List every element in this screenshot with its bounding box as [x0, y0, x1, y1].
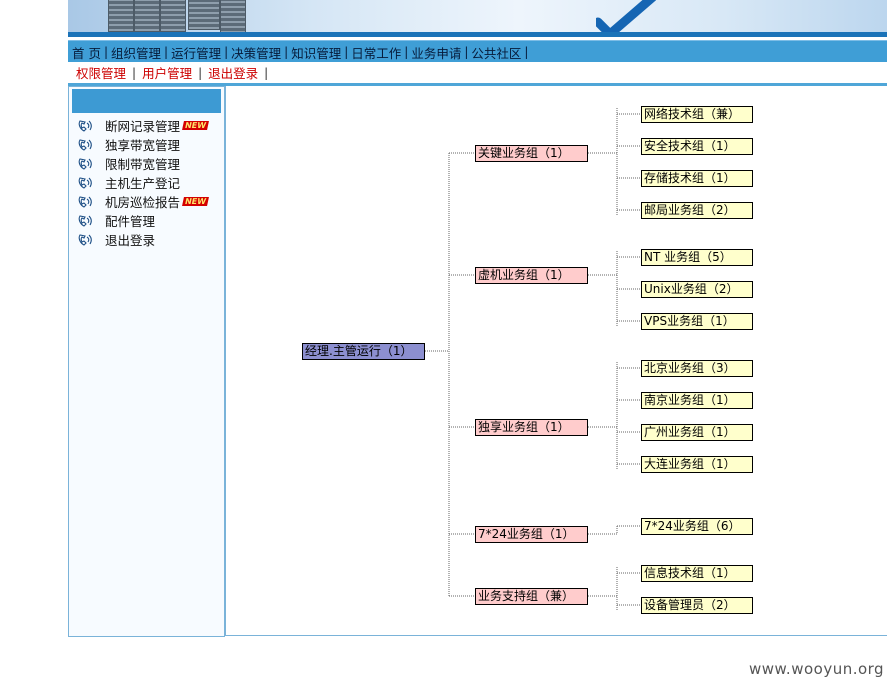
sidebar-item-5[interactable]: 配件管理	[77, 211, 208, 230]
org-team-node[interactable]: 北京业务组（3）	[641, 360, 753, 377]
building-graphic	[160, 0, 186, 32]
sidebar-header	[72, 89, 221, 113]
sidebar-item-label: 限制带宽管理	[105, 157, 181, 172]
org-team-node[interactable]: Unix业务组（2）	[641, 281, 753, 298]
phone-icon	[77, 176, 95, 190]
org-team-node[interactable]: 安全技术组（1）	[641, 138, 753, 155]
org-group-node[interactable]: 关键业务组（1）	[475, 145, 588, 162]
phone-icon	[77, 119, 95, 133]
org-team-node[interactable]: 广州业务组（1）	[641, 424, 753, 441]
nav-separator: |	[264, 65, 269, 80]
sidebar-item-label: 退出登录	[105, 233, 156, 248]
nav-item-2[interactable]: 运行管理	[171, 43, 221, 62]
phone-icon	[77, 138, 95, 152]
org-team-node[interactable]: 邮局业务组（2）	[641, 202, 753, 219]
sidebar-item-label: 主机生产登记	[105, 176, 181, 191]
secondary-nav: 权限管理 | 用户管理 | 退出登录 |	[68, 62, 887, 86]
org-team-node[interactable]: 7*24业务组（6）	[641, 518, 753, 535]
nav-item-4[interactable]: 知识管理	[291, 43, 341, 62]
nav-item-5[interactable]: 日常工作	[351, 43, 401, 62]
primary-nav: 首 页 | 组织管理 | 运行管理 | 决策管理 | 知识管理 | 日常工作 | 业务申请 | 公共社区 |	[68, 40, 887, 63]
org-group-node[interactable]: 7*24业务组（1）	[475, 526, 588, 543]
sidebar-item-2[interactable]: 限制带宽管理	[77, 154, 208, 173]
subnav-item-2[interactable]: 退出登录	[208, 63, 258, 82]
org-team-node[interactable]: 信息技术组（1）	[641, 565, 753, 582]
sidebar-item-label: 配件管理	[105, 214, 156, 229]
banner-band	[68, 32, 887, 37]
nav-separator: |	[103, 45, 109, 59]
sidebar-item-4[interactable]: 机房巡检报告 NEW	[77, 192, 209, 211]
subnav-item-0[interactable]: 权限管理	[76, 63, 126, 82]
nav-separator: |	[524, 45, 529, 59]
org-group-node[interactable]: 虚机业务组（1）	[475, 267, 588, 284]
phone-icon	[77, 214, 95, 228]
nav-separator: |	[284, 45, 289, 59]
nav-item-0[interactable]: 首 页	[72, 43, 101, 62]
nav-separator: |	[198, 65, 203, 80]
building-graphic	[134, 0, 160, 32]
org-chart-panel	[225, 86, 887, 636]
sidebar-item-label: 独享带宽管理	[105, 138, 181, 153]
nav-item-1[interactable]: 组织管理	[111, 43, 161, 62]
org-team-node[interactable]: 网络技术组（兼）	[641, 106, 753, 123]
nav-separator: |	[224, 45, 229, 59]
phone-icon	[77, 233, 95, 247]
sidebar-item-1[interactable]: 独享带宽管理	[77, 135, 208, 154]
sidebar: 断网记录管理 NEW 独享带宽管理 限制带宽管理 主机生产登记 机房巡检报告 NEW 配件管理…	[68, 86, 225, 637]
sidebar-item-label: 断网记录管理	[105, 119, 181, 134]
sidebar-menu: 断网记录管理 NEW 独享带宽管理 限制带宽管理 主机生产登记 机房巡检报告 NEW 配件管理…	[77, 116, 209, 249]
nav-separator: |	[164, 45, 169, 59]
nav-item-3[interactable]: 决策管理	[231, 43, 281, 62]
building-graphic	[108, 0, 134, 32]
checkmark-logo-icon	[596, 0, 656, 36]
nav-separator: |	[464, 45, 469, 59]
org-team-node[interactable]: 南京业务组（1）	[641, 392, 753, 409]
new-badge: NEW	[182, 197, 209, 206]
sidebar-item-3[interactable]: 主机生产登记	[77, 173, 208, 192]
org-team-node[interactable]: VPS业务组（1）	[641, 313, 753, 330]
org-team-node[interactable]: 存储技术组（1）	[641, 170, 753, 187]
nav-separator: |	[132, 65, 137, 80]
building-graphic	[220, 0, 246, 34]
org-group-node[interactable]: 独享业务组（1）	[475, 419, 588, 436]
nav-separator: |	[344, 45, 349, 59]
phone-icon	[77, 195, 95, 209]
org-root-node[interactable]: 经理.主管运行（1）	[302, 343, 425, 360]
sidebar-item-6[interactable]: 退出登录	[77, 230, 208, 249]
nav-separator: |	[404, 45, 409, 59]
subnav-item-1[interactable]: 用户管理	[142, 63, 192, 82]
org-team-node[interactable]: 设备管理员（2）	[641, 597, 753, 614]
org-team-node[interactable]: NT 业务组（5）	[641, 249, 753, 266]
sidebar-item-0[interactable]: 断网记录管理 NEW	[77, 116, 209, 135]
new-badge: NEW	[182, 121, 209, 130]
header-banner	[68, 0, 887, 37]
nav-item-7[interactable]: 公共社区	[471, 43, 521, 62]
phone-icon	[77, 157, 95, 171]
nav-item-6[interactable]: 业务申请	[411, 43, 461, 62]
sidebar-item-label: 机房巡检报告	[105, 195, 181, 210]
building-graphic	[188, 0, 220, 30]
org-group-node[interactable]: 业务支持组（兼）	[475, 588, 588, 605]
org-team-node[interactable]: 大连业务组（1）	[641, 456, 753, 473]
footer-watermark: www.wooyun.org	[749, 660, 885, 678]
